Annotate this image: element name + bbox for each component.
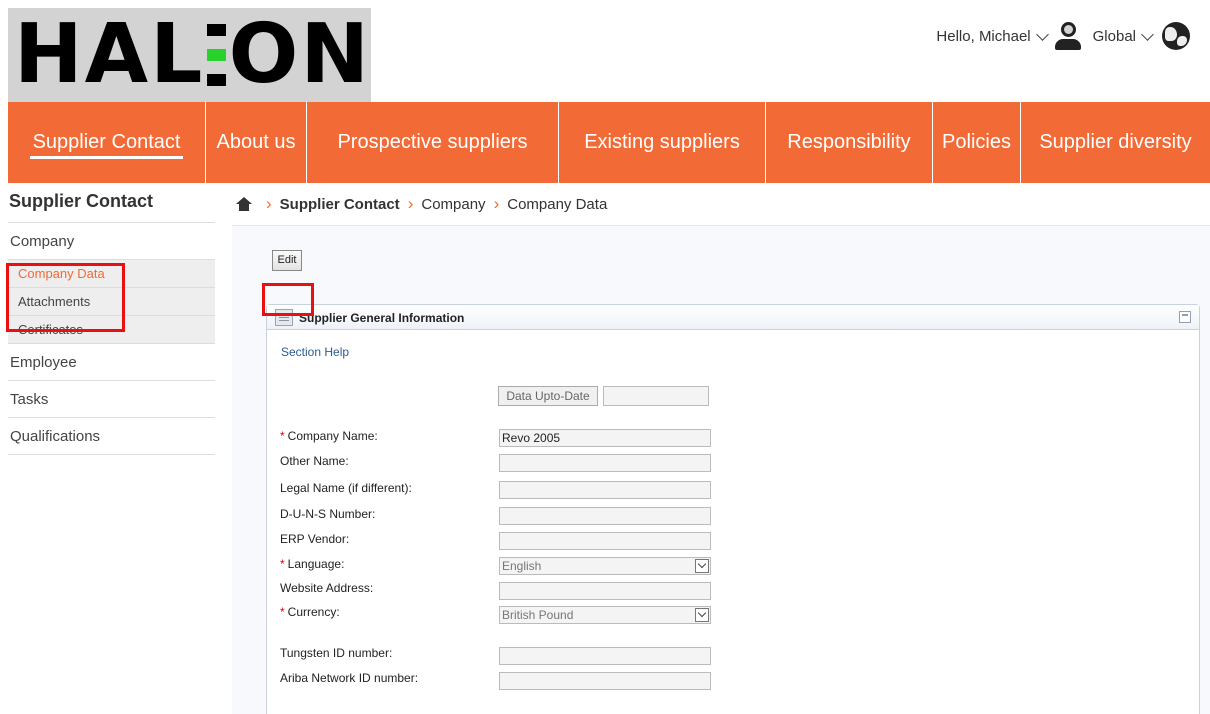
legal-name-input[interactable] [499,481,711,499]
currency-label: * Currency: [280,605,340,619]
breadcrumb-supplier-contact[interactable]: Supplier Contact [280,196,400,213]
logo-e-mark [207,24,226,86]
collapse-icon[interactable] [1179,311,1191,323]
nav-label: Supplier Contact [32,131,181,153]
breadcrumb-company-data: Company Data [507,195,608,213]
chevron-right-icon: › [493,194,500,213]
nav-label: Supplier diversity [1039,131,1192,153]
data-uptodate-field[interactable] [603,386,709,406]
sidebar-item-company[interactable]: Company [8,223,215,260]
highlight-box-section-icon [262,283,314,316]
section-help-link[interactable]: Section Help [281,345,349,359]
data-uptodate-button[interactable]: Data Upto-Date [498,386,598,406]
nav-label: Policies [942,131,1011,153]
erp-vendor-input[interactable] [499,532,711,550]
panel-title: Supplier General Information [299,311,465,325]
breadcrumb: › Supplier Contact › Company › Company D… [232,183,1210,226]
currency-value: British Pound [502,608,574,622]
globe-icon[interactable] [1162,22,1190,50]
region-selector[interactable]: Global [1093,28,1136,45]
logo-text-right: ON [228,7,371,102]
chevron-down-icon[interactable] [695,559,709,573]
website-input[interactable] [499,582,711,600]
home-icon[interactable] [236,197,252,211]
panel-header: Supplier General Information [267,305,1199,330]
tungsten-id-label: Tungsten ID number: [280,646,393,660]
nav-policies[interactable]: Policies [933,102,1021,183]
nav-label: Prospective suppliers [337,131,528,153]
website-label: Website Address: [280,581,374,595]
user-icon[interactable] [1054,22,1081,50]
nav-responsibility[interactable]: Responsibility [766,102,933,183]
nav-about-us[interactable]: About us [206,102,307,183]
language-label: * Language: [280,557,345,571]
chevron-down-icon[interactable] [695,608,709,622]
chevron-down-icon[interactable] [1141,27,1154,41]
sidebar-title: Supplier Contact [8,183,215,223]
duns-number-label: D-U-N-S Number: [280,507,376,521]
erp-vendor-label: ERP Vendor: [280,532,350,546]
company-name-label: * Company Name: [280,429,378,443]
haleon-logo[interactable]: HAL ON [8,8,371,102]
nav-label: Responsibility [787,131,911,153]
company-name-input[interactable]: Revo 2005 [499,429,711,447]
nav-label: About us [216,131,296,153]
sidebar-item-employee[interactable]: Employee [8,344,215,381]
ariba-id-label: Ariba Network ID number: [280,671,419,685]
main-nav: Supplier Contact About us Prospective su… [8,102,1210,183]
nav-label: Existing suppliers [584,131,740,153]
content-area: Edit Supplier General Information Sectio… [232,226,1210,714]
chevron-right-icon: › [407,194,414,213]
language-select[interactable]: English [499,557,711,575]
chevron-down-icon[interactable] [1035,27,1049,41]
nav-existing-suppliers[interactable]: Existing suppliers [559,102,766,183]
chevron-right-icon: › [266,194,272,213]
tungsten-id-input[interactable] [499,647,711,665]
ariba-id-input[interactable] [499,672,711,690]
edit-button[interactable]: Edit [272,250,302,271]
legal-name-label: Legal Name (if different): [280,481,412,495]
supplier-general-info-panel: Supplier General Information Section Hel… [266,304,1200,714]
user-bar: Hello, Michael Global [936,22,1190,50]
duns-number-input[interactable] [499,507,711,525]
other-name-label: Other Name: [280,454,349,468]
language-value: English [502,559,542,573]
active-underline [30,156,183,159]
user-greeting[interactable]: Hello, Michael [936,28,1030,45]
highlight-box-sidebar [6,263,125,332]
currency-select[interactable]: British Pound [499,606,711,624]
nav-prospective-suppliers[interactable]: Prospective suppliers [307,102,559,183]
sidebar-item-qualifications[interactable]: Qualifications [8,418,215,455]
breadcrumb-company[interactable]: Company [421,196,485,213]
other-name-input[interactable] [499,454,711,472]
nav-supplier-contact[interactable]: Supplier Contact [8,102,206,183]
logo-text-left: HAL [14,7,205,102]
sidebar-item-tasks[interactable]: Tasks [8,381,215,418]
nav-supplier-diversity[interactable]: Supplier diversity [1021,102,1210,183]
